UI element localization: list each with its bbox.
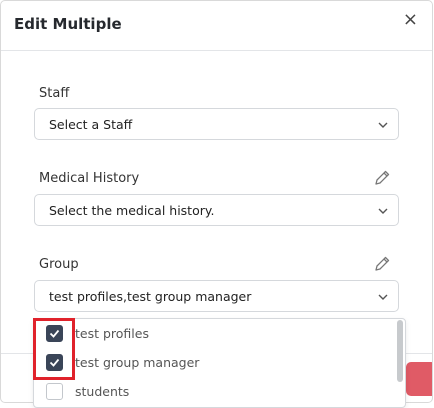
modal-title: Edit Multiple [14, 15, 122, 33]
checkbox[interactable] [46, 383, 63, 400]
dropdown-scrollbar[interactable] [397, 320, 403, 382]
group-label: Group [39, 257, 79, 272]
group-option-test-profiles[interactable]: test profiles [34, 320, 394, 348]
staff-label: Staff [39, 86, 70, 101]
option-label: test profiles [75, 326, 149, 341]
group-select-value: test profiles,test group manager [49, 289, 252, 304]
pencil-icon[interactable] [373, 255, 391, 273]
highlight-box [33, 318, 75, 380]
chevron-down-icon [378, 294, 388, 300]
pencil-icon[interactable] [373, 169, 391, 187]
option-label: students [75, 384, 130, 399]
medical-history-label: Medical History [39, 171, 140, 186]
group-option-students[interactable]: students [34, 378, 394, 406]
chevron-down-icon [378, 208, 388, 214]
close-icon[interactable]: × [403, 11, 418, 29]
staff-select-value: Select a Staff [49, 117, 133, 132]
group-select[interactable]: test profiles,test group manager [34, 280, 399, 312]
option-label: test group manager [75, 355, 200, 370]
group-options-dropdown: test profiles test group manager student… [33, 318, 406, 408]
medical-history-select[interactable]: Select the medical history. [34, 194, 399, 226]
modal-header: Edit Multiple × [1, 1, 432, 51]
footer-action-button[interactable] [406, 362, 432, 396]
staff-select[interactable]: Select a Staff [34, 108, 399, 140]
medical-history-select-value: Select the medical history. [49, 203, 215, 218]
group-option-test-group-manager[interactable]: test group manager [34, 349, 394, 377]
chevron-down-icon [378, 122, 388, 128]
